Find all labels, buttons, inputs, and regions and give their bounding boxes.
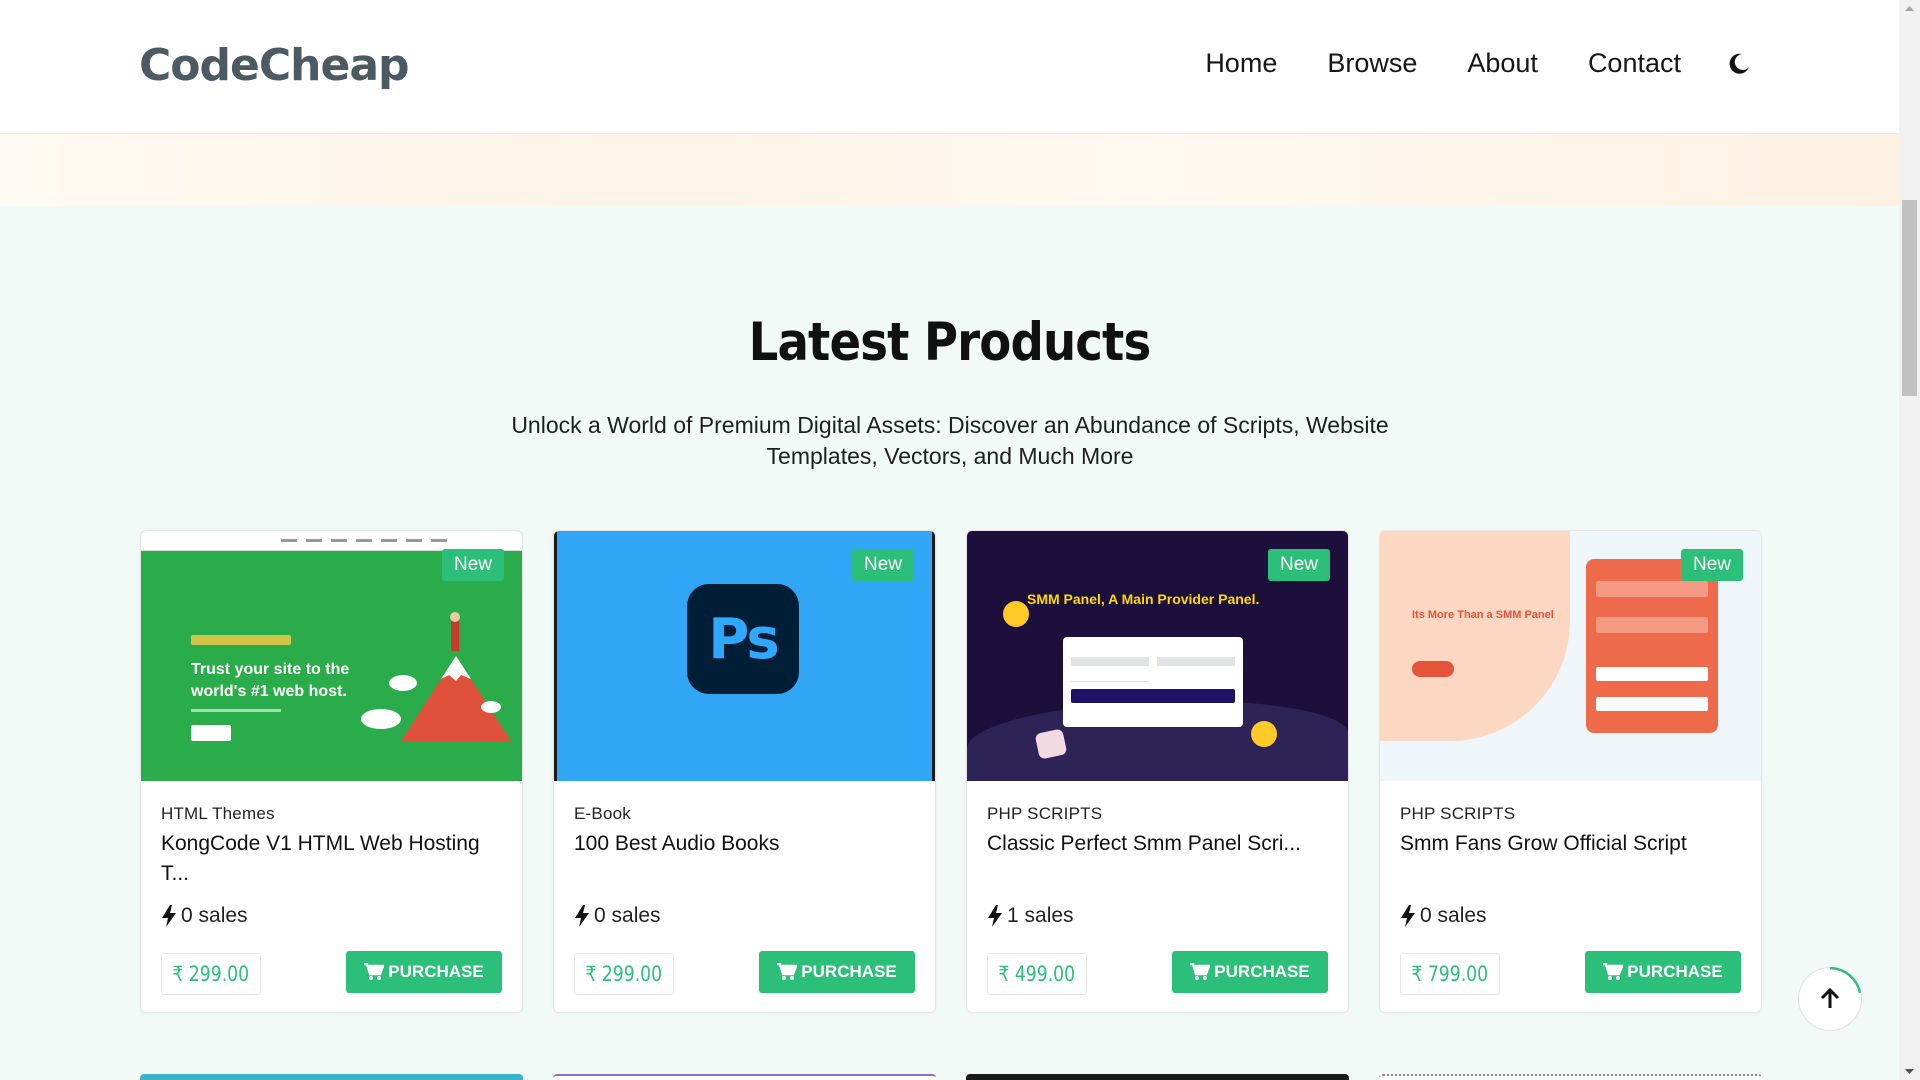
site-header: CodeCheap Home Browse About Contact: [0, 0, 1899, 134]
product-sales: 0 sales: [574, 904, 661, 928]
mountain-illustration-icon: [361, 612, 511, 741]
back-to-top-button[interactable]: [1799, 967, 1862, 1030]
thumb-login-form: [1063, 637, 1243, 727]
next-card-top[interactable]: [1379, 1074, 1762, 1080]
purchase-label: PURCHASE: [388, 962, 484, 981]
product-category[interactable]: PHP SCRIPTS: [987, 804, 1102, 824]
purchase-label: PURCHASE: [801, 962, 897, 981]
page: CodeCheap Home Browse About Contact Late…: [0, 0, 1920, 1080]
thumb-promo-tag: [191, 635, 291, 645]
moon-icon[interactable]: [1727, 52, 1751, 76]
cart-icon: [1190, 963, 1211, 980]
price-value: ₹ 299.00: [172, 962, 250, 986]
price-value: ₹ 799.00: [1411, 962, 1489, 986]
nav-browse[interactable]: Browse: [1327, 48, 1417, 79]
new-badge: New: [441, 549, 504, 581]
price-value: ₹ 299.00: [585, 962, 663, 986]
thumb-register-button: [1412, 661, 1454, 677]
next-card-top[interactable]: [966, 1074, 1349, 1080]
bolt-icon: [575, 905, 589, 927]
cart-icon: [364, 963, 385, 980]
nav-contact[interactable]: Contact: [1588, 48, 1681, 79]
product-price: ₹ 799.00: [1400, 953, 1500, 995]
product-category[interactable]: E-Book: [574, 804, 631, 824]
new-badge: New: [851, 549, 914, 581]
cart-icon: [777, 963, 798, 980]
vertical-scrollbar[interactable]: [1899, 0, 1920, 1080]
scroll-down-arrow-icon[interactable]: [1899, 1062, 1920, 1080]
new-badge: New: [1680, 549, 1743, 581]
section-subtitle: Unlock a World of Premium Digital Assets…: [511, 412, 1389, 469]
product-price: ₹ 499.00: [987, 953, 1087, 995]
next-row-cards-peek: [140, 1074, 1762, 1080]
bolt-icon: [1401, 905, 1415, 927]
cart-icon: [1603, 963, 1624, 980]
product-title[interactable]: 100 Best Audio Books: [574, 829, 914, 859]
product-card[interactable]: Its More Than a SMM Panel New PHP SCRIPT…: [1379, 530, 1762, 1013]
new-badge: New: [1267, 549, 1330, 581]
hero-banner-strip: [0, 134, 1899, 206]
product-grid: Trust your site to the world's #1 web ho…: [140, 530, 1762, 1013]
thumb-login-panel: [1586, 559, 1718, 733]
thumb-nav-bar: [141, 531, 522, 551]
sales-count: 0 sales: [1420, 904, 1487, 927]
product-card[interactable]: Ps New E-Book 100 Best Audio Books 0 sal…: [553, 530, 936, 1013]
site-logo[interactable]: CodeCheap: [139, 40, 410, 91]
bolt-icon: [988, 905, 1002, 927]
product-thumbnail[interactable]: Trust your site to the world's #1 web ho…: [141, 531, 522, 781]
thumb-headline: Its More Than a SMM Panel: [1412, 609, 1554, 621]
next-card-top[interactable]: [553, 1074, 936, 1080]
purchase-button[interactable]: PURCHASE: [759, 951, 915, 993]
purchase-label: PURCHASE: [1214, 962, 1310, 981]
main-nav: Home Browse About Contact: [1155, 48, 1751, 79]
product-thumbnail[interactable]: Ps New: [554, 531, 935, 781]
product-thumbnail[interactable]: Its More Than a SMM Panel New: [1380, 531, 1761, 781]
section-title: Latest Products: [748, 312, 1152, 373]
next-card-top[interactable]: [140, 1074, 523, 1080]
product-card[interactable]: SMM Panel, A Main Provider Panel. New PH…: [966, 530, 1349, 1013]
price-value: ₹ 499.00: [998, 962, 1076, 986]
scroll-progress-ring: [1829, 967, 1862, 994]
thumb-headline: Trust your site to the world's #1 web ho…: [191, 661, 350, 700]
purchase-button[interactable]: PURCHASE: [1172, 951, 1328, 993]
purchase-label: PURCHASE: [1627, 962, 1723, 981]
product-thumbnail[interactable]: SMM Panel, A Main Provider Panel. New: [967, 531, 1348, 781]
product-price: ₹ 299.00: [161, 953, 261, 995]
bolt-icon: [162, 905, 176, 927]
product-title[interactable]: Classic Perfect Smm Panel Scri...: [987, 829, 1327, 859]
emoji-icon: [1003, 601, 1029, 627]
sales-count: 0 sales: [181, 904, 248, 927]
product-category[interactable]: PHP SCRIPTS: [1400, 804, 1515, 824]
purchase-button[interactable]: PURCHASE: [346, 951, 502, 993]
purchase-button[interactable]: PURCHASE: [1585, 951, 1741, 993]
product-title[interactable]: Smm Fans Grow Official Script: [1400, 829, 1740, 859]
product-card[interactable]: Trust your site to the world's #1 web ho…: [140, 530, 523, 1013]
product-sales: 0 sales: [161, 904, 248, 928]
product-sales: 1 sales: [987, 904, 1074, 928]
sales-count: 0 sales: [594, 904, 661, 927]
nav-about[interactable]: About: [1467, 48, 1538, 79]
emoji-icon: [1251, 721, 1277, 747]
product-price: ₹ 299.00: [574, 953, 674, 995]
photoshop-logo-icon: Ps: [687, 584, 799, 694]
thumb-hero-arc: [1380, 531, 1570, 741]
thumb-headline: SMM Panel, A Main Provider Panel.: [1027, 591, 1260, 607]
scrollbar-thumb[interactable]: [1902, 200, 1917, 396]
thumb-subtext: [191, 709, 281, 712]
product-sales: 0 sales: [1400, 904, 1487, 928]
nav-home[interactable]: Home: [1205, 48, 1277, 79]
sales-count: 1 sales: [1007, 904, 1074, 927]
scroll-up-arrow-icon[interactable]: [1899, 0, 1920, 18]
product-title[interactable]: KongCode V1 HTML Web Hosting T...: [161, 829, 501, 889]
thumb-get-started: [191, 725, 231, 741]
product-category[interactable]: HTML Themes: [161, 804, 275, 824]
